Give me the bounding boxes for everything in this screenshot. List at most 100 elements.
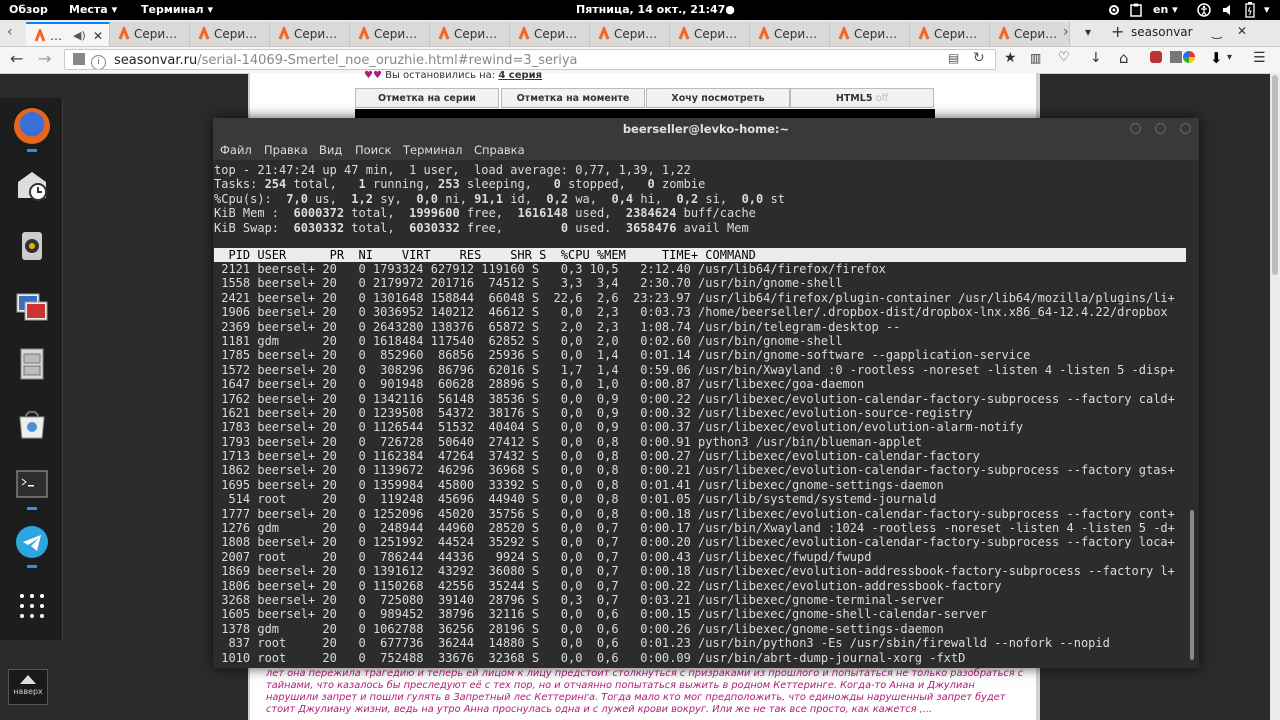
terminal-title: beerseller@levko-home:~ [622,122,790,136]
tab[interactable]: Сери… [110,22,190,46]
tab-scroll-right-icon[interactable]: › [1063,24,1069,40]
url-bar[interactable]: i seasonvar.ru/serial-14069-Smertel_noe_o… [64,49,996,70]
rhythmbox-icon[interactable] [14,228,50,264]
close-button[interactable] [1180,123,1191,134]
process-row: 1276 gdm 20 0 248944 44960 28520 S 0,0 0… [214,521,1175,536]
info-icon[interactable]: i [91,55,106,69]
terminal-icon[interactable] [14,466,50,502]
tab[interactable]: Сери… [670,22,750,46]
process-row: 1808 beersel+ 20 0 1251992 44524 35292 S… [214,535,1175,550]
menu-help[interactable]: Справка [474,143,525,157]
show-applications-icon[interactable] [14,588,50,624]
accessibility-icon[interactable] [1197,3,1211,17]
minimize-icon[interactable]: ‿ [1212,25,1222,39]
scroll-to-top-button[interactable]: наверх [8,669,48,705]
menu-edit[interactable]: Правка [264,143,308,157]
chevron-down-icon[interactable]: ▾ [1227,52,1232,63]
process-row: 1181 gdm 20 0 1618484 117540 62852 S 0,0… [214,333,843,348]
tab[interactable]: Сери… [430,22,510,46]
mark-episode-button[interactable]: Отметка на серии [355,88,499,108]
top-tasks-line: Tasks: 254 total, 1 running, 253 sleepin… [214,177,706,191]
battery-icon[interactable] [1245,2,1255,18]
want-to-watch-button[interactable]: Хочу посмотреть [646,88,790,108]
mark-moment-button[interactable]: Отметка на моменте [501,88,645,108]
terminal-menubar: Файл Правка Вид Поиск Терминал Справка [213,142,1199,160]
tab[interactable]: Сери… [510,22,590,46]
tab-label: Сери… [854,27,898,41]
colorful-extension-icon[interactable] [1183,51,1195,63]
tab[interactable]: Сери… [750,22,830,46]
mail-clock-icon[interactable] [14,168,50,204]
tab[interactable]: Сери… [590,22,670,46]
page-scrollbar[interactable] [1270,73,1280,720]
places-menu[interactable]: Места ▾ [69,3,117,16]
tab[interactable]: Сери… [350,22,430,46]
language-indicator[interactable]: en ▾ [1153,3,1178,16]
search-engine-label[interactable]: seasonvar [1131,25,1193,39]
terminal-app-menu[interactable]: Терминал ▾ [141,3,213,16]
tab-close-icon[interactable]: ✕ [93,24,103,46]
bookmarks-library-icon[interactable]: ▥ [1030,51,1041,65]
tab-label: Сери… [294,27,338,41]
minimize-button[interactable] [1130,123,1141,134]
process-row: 1605 beersel+ 20 0 989452 38796 32116 S … [214,607,988,622]
terminal-scrollbar[interactable] [1189,160,1195,668]
clock[interactable]: Пятница, 14 окт., 21:47● [576,3,735,16]
resume-episode-link[interactable]: 4 серия [498,70,542,81]
menu-view[interactable]: Вид [319,143,342,157]
volume-icon[interactable] [1221,3,1235,17]
menu-terminal[interactable]: Терминал [403,143,462,157]
identity-icon[interactable] [73,53,85,65]
tab[interactable]: Сери… [990,22,1070,46]
telegram-icon[interactable] [14,524,50,560]
seasonvar-favicon-icon [998,27,1010,40]
seasonvar-favicon-icon [518,27,530,40]
terminal-window[interactable]: beerseller@levko-home:~ Файл Правка Вид … [213,118,1199,668]
settings-icon[interactable] [1107,3,1121,17]
all-tabs-dropdown-icon[interactable]: ▾ [1085,25,1091,39]
back-icon[interactable]: ← [10,49,23,68]
clipboard-icon[interactable] [1130,3,1142,17]
menu-search[interactable]: Поиск [355,143,391,157]
menu-file[interactable]: Файл [220,143,252,157]
process-table-header: PID USER PR NI VIRT RES SHR S %CPU %MEM … [214,248,1186,262]
system-menu[interactable]: ▾ [1264,3,1270,16]
url-path: /serial-14069-Smertel_noe_oruzhie.html#r… [197,53,578,68]
reload-icon[interactable]: ↻ [973,50,985,66]
reader-view-icon[interactable]: ▤ [948,51,959,65]
maximize-button[interactable] [1155,123,1166,134]
terminal-titlebar[interactable]: beerseller@levko-home:~ [213,118,1199,142]
tab[interactable]: Сери… [910,22,990,46]
firefox-icon[interactable] [14,108,50,144]
forward-icon[interactable]: → [38,49,51,68]
extension-icon[interactable] [1170,51,1182,63]
menu-icon[interactable]: ☰ [1253,50,1266,66]
window-close-icon[interactable]: ✕ [1237,24,1247,38]
tab[interactable]: Сери… [830,22,910,46]
page-scrollbar-thumb[interactable] [1272,75,1278,275]
seasonvar-favicon-icon [758,27,770,40]
process-row: 1378 gdm 20 0 1062788 36256 28196 S 0,0 … [214,621,944,636]
terminal-scrollbar-thumb[interactable] [1190,510,1194,660]
process-row: 1869 beersel+ 20 0 1391612 43292 36080 S… [214,564,1175,579]
ublock-icon[interactable] [1150,51,1162,63]
tab[interactable]: Сери… [190,22,270,46]
tab-active[interactable]: … ◀) ✕ [26,22,110,46]
image-viewer-icon[interactable] [14,288,50,324]
software-center-icon[interactable] [14,406,50,442]
speaker-icon[interactable]: ◀) [73,24,86,46]
download-arrow-icon[interactable]: ⬇ [1210,49,1223,67]
pocket-icon[interactable]: ♡ [1058,50,1070,65]
terminal-output[interactable]: top - 21:47:24 up 47 min, 1 user, load a… [213,160,1187,668]
new-tab-button[interactable]: + [1111,22,1124,41]
tab-label: Сери… [614,27,658,41]
home-icon[interactable]: ⌂ [1119,49,1129,67]
tab[interactable]: Сери… [270,22,350,46]
html5-toggle-button[interactable]: HTML5 off [790,88,934,108]
bookmark-star-icon[interactable]: ★ [1004,50,1017,66]
downloads-icon[interactable]: ↓ [1090,50,1102,66]
activities-button[interactable]: Обзор [9,3,48,16]
tab-scroll-left-icon[interactable]: ‹ [7,24,13,40]
file-cabinet-icon[interactable] [14,346,50,382]
tab-label: … [50,29,62,43]
